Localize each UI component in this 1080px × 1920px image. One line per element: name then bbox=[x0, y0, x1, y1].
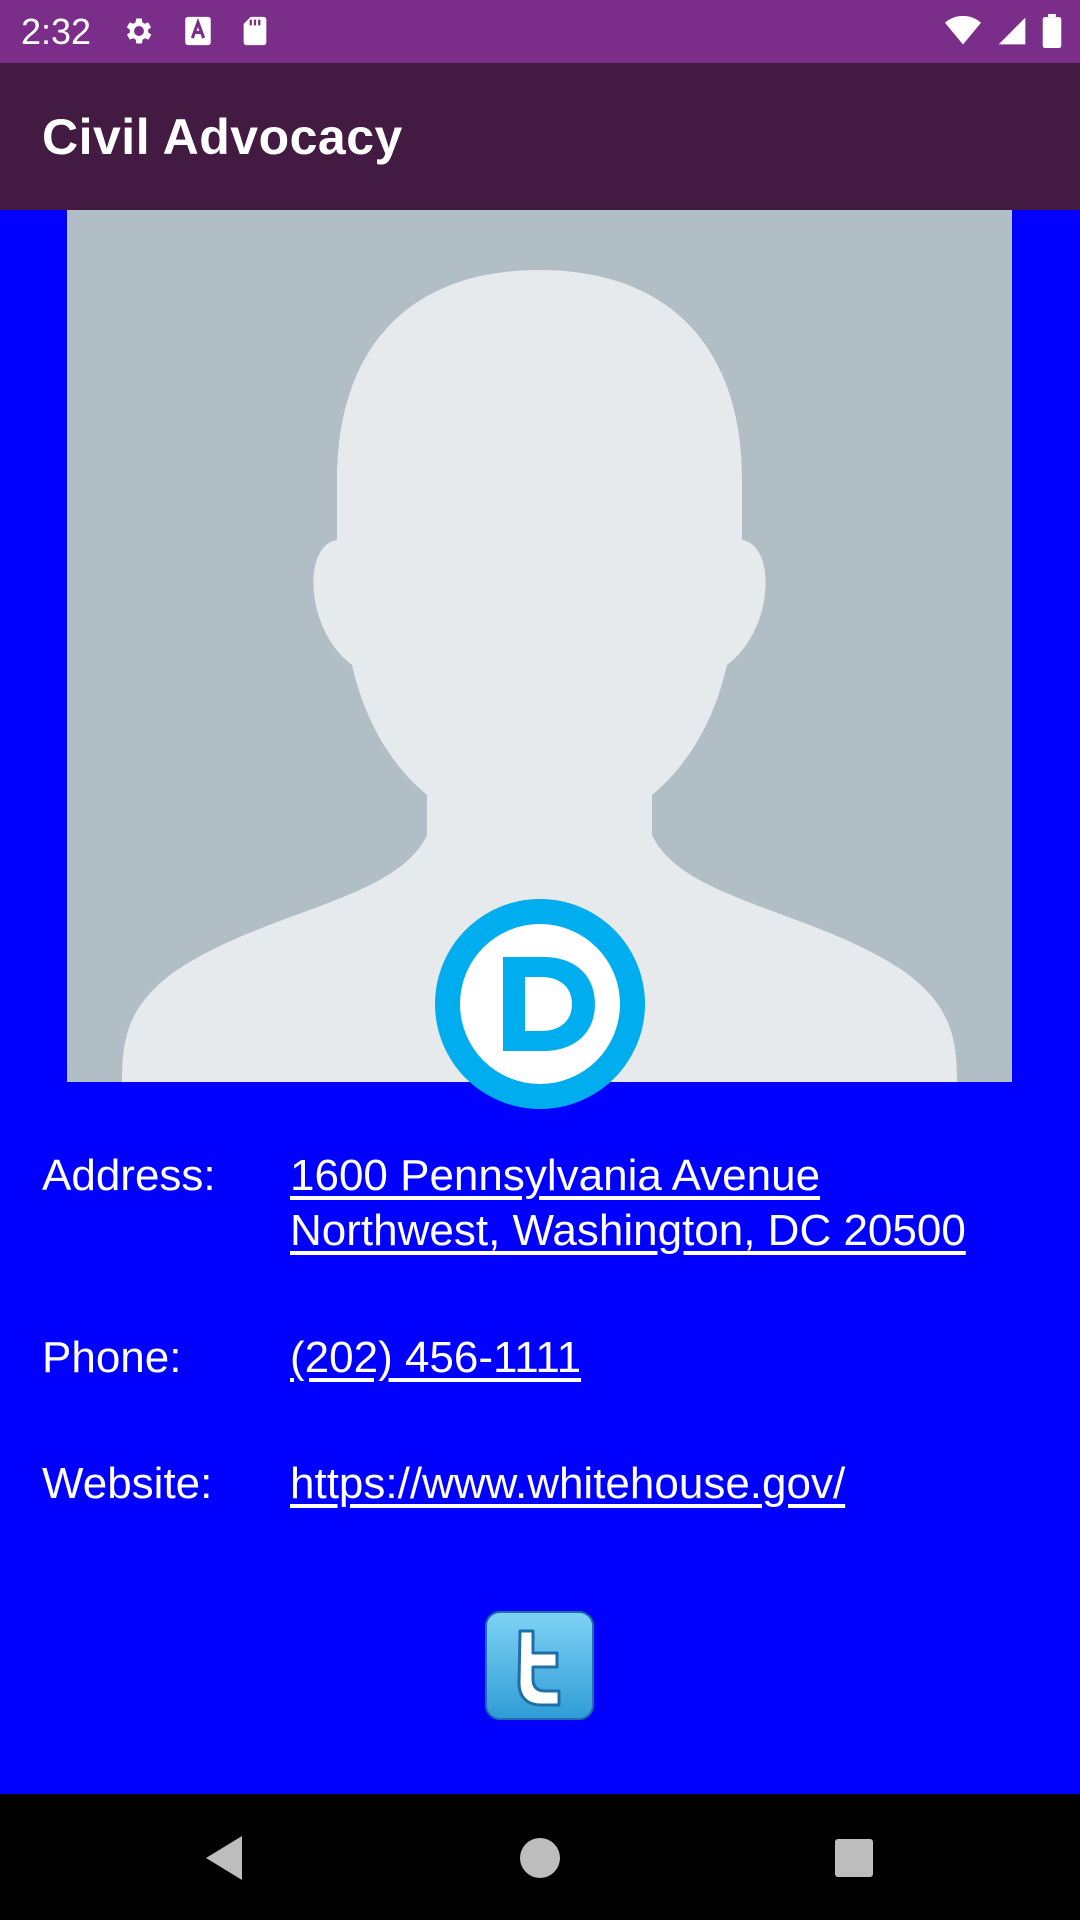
official-detail-content: Address: 1600 Pennsylvania Avenue Northw… bbox=[0, 210, 1080, 1794]
status-right-icons bbox=[944, 12, 1062, 50]
website-link[interactable]: https://www.whitehouse.gov/ bbox=[290, 1456, 1030, 1511]
twitter-icon[interactable] bbox=[485, 1611, 594, 1720]
home-circle-icon[interactable] bbox=[512, 1830, 568, 1886]
sd-card-icon bbox=[243, 16, 267, 46]
address-link[interactable]: 1600 Pennsylvania Avenue Northwest, Wash… bbox=[290, 1148, 1030, 1258]
battery-icon bbox=[1042, 14, 1062, 48]
phone-link[interactable]: (202) 456-1111 bbox=[290, 1330, 1030, 1385]
app-bar: Civil Advocacy bbox=[0, 63, 1080, 210]
phone-label: Phone: bbox=[42, 1333, 182, 1382]
website-label: Website: bbox=[42, 1459, 213, 1508]
gear-icon bbox=[126, 18, 152, 44]
status-bar: 2:32 bbox=[0, 0, 1080, 63]
back-triangle-icon[interactable] bbox=[198, 1830, 254, 1886]
address-line-2: Northwest, Washington, DC 20500 bbox=[290, 1206, 966, 1255]
text-a-icon bbox=[185, 16, 211, 46]
democratic-d-icon bbox=[435, 899, 645, 1109]
status-time: 2:32 bbox=[21, 11, 92, 52]
wifi-icon bbox=[945, 16, 981, 45]
signal-icon bbox=[998, 17, 1026, 45]
navigation-bar bbox=[0, 1794, 1080, 1920]
address-label: Address: bbox=[42, 1151, 216, 1200]
recents-square-icon[interactable] bbox=[826, 1830, 882, 1886]
address-line-1: 1600 Pennsylvania Avenue bbox=[290, 1151, 821, 1200]
app-title: Civil Advocacy bbox=[42, 109, 403, 165]
